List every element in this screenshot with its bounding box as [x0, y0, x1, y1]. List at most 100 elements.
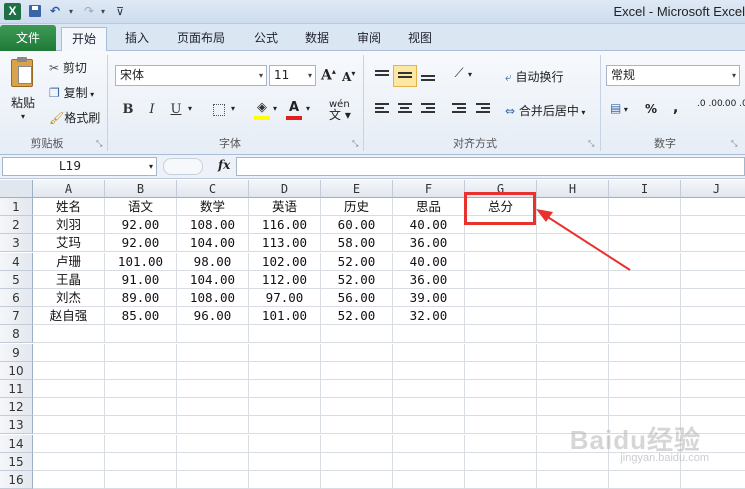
number-format-select[interactable]: 常规 ▾	[606, 65, 740, 86]
cell-b1[interactable]: 语文	[105, 198, 177, 216]
cell-a9[interactable]	[33, 343, 105, 362]
cell-i8[interactable]	[609, 325, 681, 344]
cell-a1[interactable]: 姓名	[33, 198, 105, 216]
cell-h8[interactable]	[537, 325, 609, 344]
increase-indent-icon[interactable]	[476, 103, 490, 115]
column-header-b[interactable]: B	[105, 180, 177, 198]
cell-g12[interactable]	[465, 398, 537, 417]
cell-a4[interactable]: 卢珊	[33, 252, 105, 271]
align-left-icon[interactable]	[375, 103, 389, 115]
cell-i12[interactable]	[609, 398, 681, 417]
cell-g4[interactable]	[465, 252, 537, 271]
cell-a5[interactable]: 王晶	[33, 270, 105, 289]
cell-i11[interactable]	[609, 380, 681, 398]
clipboard-launcher-icon[interactable]: ⤡	[96, 139, 102, 149]
cell-g8[interactable]	[465, 325, 537, 344]
cell-g13[interactable]	[465, 416, 537, 435]
cell-j12[interactable]	[681, 398, 745, 417]
cell-j4[interactable]	[681, 253, 745, 271]
cell-f9[interactable]	[393, 343, 465, 362]
font-color-dropdown-icon[interactable]: ▾	[306, 104, 310, 113]
paste-dropdown-icon[interactable]: ▾	[21, 112, 25, 121]
cell-a2[interactable]: 刘羽	[33, 216, 105, 235]
cell-b5[interactable]: 91.00	[105, 270, 177, 289]
undo-dropdown-icon[interactable]: ▾	[69, 3, 73, 20]
cell-g3[interactable]	[465, 234, 537, 253]
cell-j11[interactable]	[681, 380, 745, 398]
cell-g2[interactable]	[465, 216, 537, 235]
cell-i10[interactable]	[609, 361, 681, 380]
insert-function-icon[interactable]: fx	[218, 158, 230, 172]
cell-f5[interactable]: 36.00	[393, 270, 465, 289]
tab-home[interactable]: 开始	[61, 27, 107, 52]
cell-b2[interactable]: 92.00	[105, 216, 177, 235]
cell-d7[interactable]: 101.00	[249, 307, 321, 326]
cell-b9[interactable]	[105, 343, 177, 362]
row-header-4[interactable]: 4	[0, 252, 33, 271]
cell-i4[interactable]	[609, 252, 681, 271]
cell-h4[interactable]	[537, 252, 609, 271]
orientation-dropdown-icon[interactable]: ▾	[468, 70, 472, 79]
number-launcher-icon[interactable]: ⤡	[731, 139, 737, 149]
row-header-2[interactable]: 2	[0, 216, 33, 235]
cell-d11[interactable]	[249, 380, 321, 398]
row-header-9[interactable]: 9	[0, 343, 33, 362]
underline-button[interactable]: U	[166, 101, 186, 119]
cell-j3[interactable]	[681, 234, 745, 253]
paste-button[interactable]: 粘贴	[11, 94, 35, 111]
increase-decimal-button[interactable]: .0 .00	[697, 100, 723, 109]
cell-c4[interactable]: 98.00	[177, 252, 249, 271]
row-header-8[interactable]: 8	[0, 325, 33, 344]
cell-a13[interactable]	[33, 416, 105, 435]
alignment-launcher-icon[interactable]: ⤡	[588, 139, 594, 149]
cell-d1[interactable]: 英语	[249, 198, 321, 216]
cell-g5[interactable]	[465, 270, 537, 289]
align-top-icon[interactable]	[375, 70, 389, 82]
cell-h12[interactable]	[537, 398, 609, 417]
cell-b14[interactable]	[105, 434, 177, 453]
cell-e13[interactable]	[321, 416, 393, 435]
cell-g11[interactable]	[465, 380, 537, 398]
cell-e6[interactable]: 56.00	[321, 289, 393, 307]
cell-i2[interactable]	[609, 216, 681, 235]
cell-e9[interactable]	[321, 343, 393, 362]
cell-j9[interactable]	[681, 344, 745, 362]
cell-c6[interactable]: 108.00	[177, 289, 249, 307]
formula-bar-expand-handle[interactable]	[163, 158, 203, 175]
cell-g9[interactable]	[465, 343, 537, 362]
cell-a14[interactable]	[33, 434, 105, 453]
cell-a12[interactable]	[33, 398, 105, 417]
cell-c2[interactable]: 108.00	[177, 216, 249, 235]
align-center-icon[interactable]	[398, 103, 412, 115]
cell-h1[interactable]	[537, 198, 609, 216]
cell-e7[interactable]: 52.00	[321, 307, 393, 326]
cell-f13[interactable]	[393, 416, 465, 435]
decrease-decimal-button[interactable]: .00 .0	[722, 100, 745, 109]
cell-e4[interactable]: 52.00	[321, 252, 393, 271]
cell-e16[interactable]	[321, 471, 393, 489]
cell-d5[interactable]: 112.00	[249, 270, 321, 289]
cell-c8[interactable]	[177, 325, 249, 344]
wrap-text-button[interactable]: ⤶ 自动换行	[505, 68, 564, 85]
cell-a8[interactable]	[33, 325, 105, 344]
cell-h6[interactable]	[537, 289, 609, 307]
cell-h9[interactable]	[537, 343, 609, 362]
column-header-c[interactable]: C	[177, 180, 249, 198]
cell-h16[interactable]	[537, 471, 609, 489]
cell-b10[interactable]	[105, 361, 177, 380]
currency-format-icon[interactable]: ▤ ▾	[610, 101, 628, 115]
tab-page-layout[interactable]: 页面布局	[170, 27, 232, 51]
phonetic-guide-icon[interactable]: wén 文 ▾	[329, 99, 351, 121]
cell-f6[interactable]: 39.00	[393, 289, 465, 307]
fill-color-dropdown-icon[interactable]: ▾	[273, 104, 277, 113]
cell-d12[interactable]	[249, 398, 321, 417]
cell-e14[interactable]	[321, 434, 393, 453]
paste-icon[interactable]	[8, 57, 38, 89]
row-header-1[interactable]: 1	[0, 198, 33, 216]
cell-e15[interactable]	[321, 452, 393, 471]
column-header-j[interactable]: J	[681, 180, 745, 198]
cell-c9[interactable]	[177, 343, 249, 362]
column-header-e[interactable]: E	[321, 180, 393, 198]
cell-f12[interactable]	[393, 398, 465, 417]
cut-button[interactable]: ✂ 剪切	[49, 59, 87, 76]
